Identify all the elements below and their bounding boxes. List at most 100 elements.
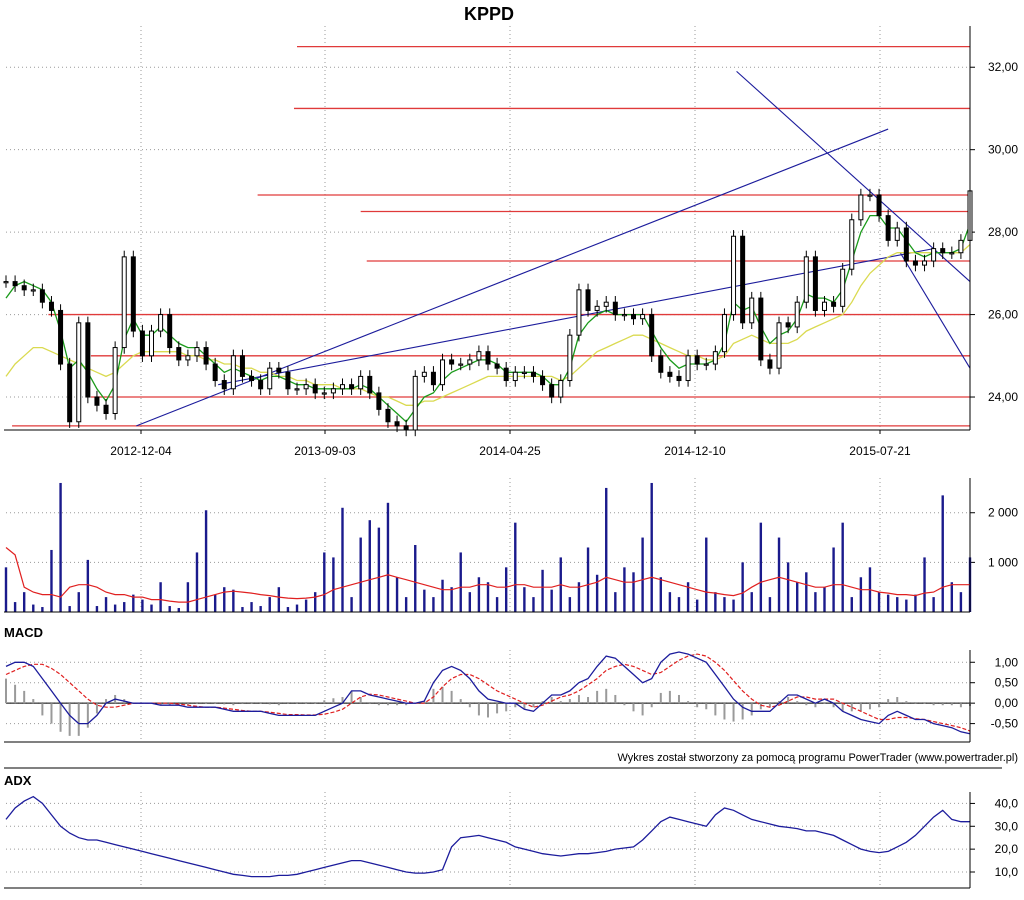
volume-bar	[50, 549, 53, 612]
chart-title: KPPD	[464, 4, 514, 24]
volume-bar	[532, 597, 535, 612]
macd-histogram-bar	[696, 703, 699, 708]
candle-body	[3, 281, 9, 284]
price-y-tick-label: 26,00	[988, 308, 1018, 322]
volume-bar	[186, 582, 190, 612]
volume-bar	[832, 547, 835, 612]
candle-body	[30, 289, 36, 292]
volume-bar	[504, 567, 508, 612]
volume-bar	[168, 606, 171, 612]
macd-histogram-bar	[323, 700, 326, 704]
macd-histogram-bar	[487, 703, 489, 718]
macd-histogram-bar	[632, 703, 635, 712]
candle-body	[58, 309, 64, 365]
volume-bar	[650, 482, 653, 612]
candle-body	[958, 239, 964, 254]
candle-body	[749, 297, 755, 324]
volume-bar	[377, 527, 381, 612]
volume-bar	[386, 502, 390, 612]
candle-body	[949, 252, 955, 255]
candle-body	[185, 355, 191, 361]
macd-histogram-bar	[59, 703, 62, 732]
candle-body	[85, 322, 91, 398]
candle-body	[821, 301, 827, 311]
macd-histogram-bar	[277, 703, 280, 706]
macd-histogram-bar	[214, 703, 217, 704]
macd-histogram-bar	[550, 697, 553, 704]
volume-bar	[450, 587, 453, 612]
candle-body	[421, 371, 427, 377]
volume-bar	[68, 606, 71, 612]
macd-histogram-bar	[668, 690, 671, 704]
x-tick-label: 2015-07-21	[849, 444, 911, 458]
candle-body	[640, 314, 646, 320]
candle-body	[712, 351, 718, 365]
volume-bar	[632, 572, 635, 612]
candle-body	[249, 375, 255, 382]
macd-histogram-bar	[459, 699, 462, 704]
candle-body	[576, 289, 582, 336]
macd-histogram-bar	[241, 703, 244, 704]
candle-body	[503, 367, 509, 382]
slow-moving-average-line	[5, 244, 971, 406]
volume-bar	[732, 599, 735, 612]
volume-bar	[541, 569, 544, 612]
candle-body	[940, 248, 946, 254]
macd-histogram-bar	[614, 694, 617, 704]
volume-bar	[350, 597, 353, 612]
macd-histogram-bar	[223, 703, 226, 705]
volume-bar	[77, 592, 80, 612]
volume-bar	[950, 582, 954, 612]
candle-body	[303, 384, 309, 390]
candle-body	[867, 194, 873, 197]
volume-bar	[850, 597, 853, 612]
fast-moving-average-line	[5, 214, 971, 423]
macd-histogram-bar	[896, 697, 899, 704]
macd-histogram-bar	[5, 678, 7, 704]
volume-bar	[404, 597, 408, 612]
volume-bar	[914, 594, 917, 612]
candle-body	[894, 227, 900, 241]
volume-bar	[896, 597, 899, 612]
volume-bar	[341, 507, 344, 612]
candle-body	[603, 301, 609, 307]
volume-bar	[568, 597, 572, 612]
macd-histogram-bar	[677, 694, 680, 704]
macd-histogram-bar	[759, 703, 762, 710]
candle-body	[467, 359, 473, 365]
macd-histogram-bar	[823, 703, 826, 704]
volume-bar	[723, 597, 726, 612]
volume-bar	[13, 602, 17, 612]
macd-histogram-bar	[914, 703, 917, 704]
credit-text: Wykres został stworzony za pomocą progra…	[617, 752, 1018, 764]
macd-histogram-bar	[641, 703, 644, 716]
x-tick-label: 2014-04-25	[479, 444, 541, 458]
candle-body	[339, 384, 345, 390]
candle-body	[558, 380, 564, 398]
macd-histogram-bar	[50, 703, 53, 724]
macd-histogram-bar	[714, 703, 717, 716]
volume-bar	[614, 592, 617, 612]
price-y-tick-label: 28,00	[988, 225, 1018, 239]
candle-body	[130, 256, 136, 332]
volume-bar	[423, 589, 426, 612]
volume-bar	[250, 602, 253, 612]
candle-body	[12, 281, 18, 287]
candle-body	[631, 314, 637, 320]
macd-histogram-bar	[14, 684, 17, 704]
volume-bar	[4, 567, 8, 612]
adx-y-tick-label: 10,0	[995, 865, 1019, 879]
candle-body	[394, 421, 400, 427]
macd-histogram-bar	[923, 703, 926, 704]
macd-histogram-bar	[741, 703, 744, 720]
candle-body	[903, 227, 909, 262]
volume-bar	[95, 606, 99, 612]
candle-body	[139, 330, 145, 357]
macd-histogram-bar	[505, 703, 508, 712]
candle-body	[67, 363, 73, 423]
volume-bar	[113, 604, 117, 612]
macd-histogram-bar	[32, 699, 35, 704]
candle-body	[285, 371, 291, 390]
macd-signal-line	[5, 653, 971, 732]
volume-bar	[523, 587, 526, 612]
